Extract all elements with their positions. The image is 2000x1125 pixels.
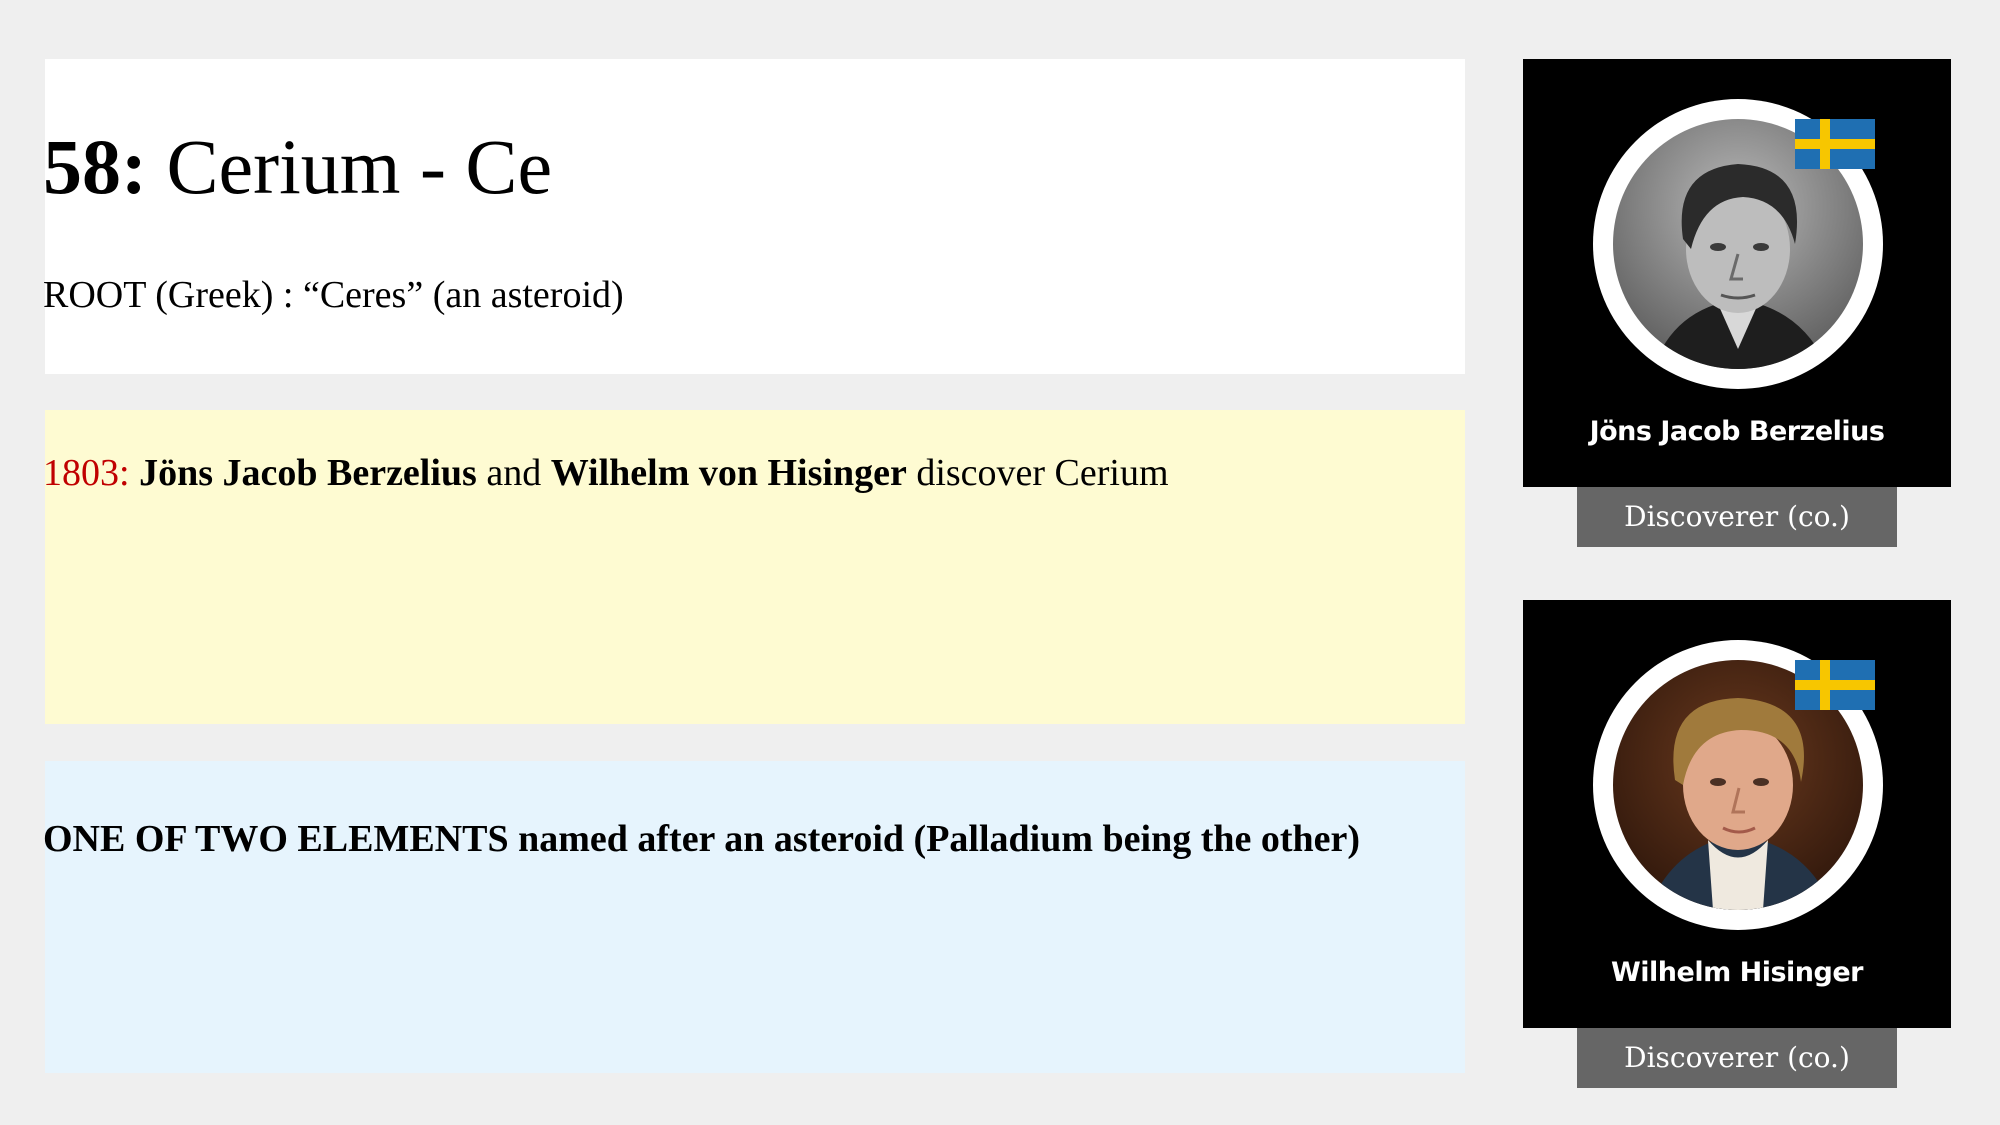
sweden-flag-icon [1795, 660, 1875, 710]
discoverer-card-berzelius: Jöns Jacob Berzelius [1523, 59, 1951, 487]
discoverer-name: Jöns Jacob Berzelius [1589, 416, 1885, 447]
conjunction: and [486, 452, 542, 494]
fact-panel [45, 761, 1465, 1073]
discoverer-1-name: Jöns Jacob Berzelius [139, 452, 477, 494]
fact-text: ONE OF TWO ELEMENTS named after an aster… [43, 812, 1373, 866]
etymology-root: ROOT (Greek) : “Ceres” (an asteroid) [43, 274, 624, 316]
discoverer-card-hisinger: Wilhelm Hisinger [1523, 600, 1951, 1028]
element-name-symbol: Cerium - Ce [166, 123, 553, 210]
discovery-line: 1803: Jöns Jacob Berzelius and Wilhelm v… [43, 448, 1169, 498]
fact-body: named after an asteroid (Palladium being… [518, 818, 1361, 860]
discoverer-name: Wilhelm Hisinger [1611, 957, 1863, 988]
discovery-action: discover Cerium [916, 452, 1169, 494]
discoverer-2-name: Wilhelm von Hisinger [550, 452, 907, 494]
fact-emphasis: ONE OF TWO ELEMENTS [43, 818, 509, 860]
discoverer-role-badge: Discoverer (co.) [1577, 487, 1897, 547]
sweden-flag-icon [1795, 119, 1875, 169]
discoverer-role-badge: Discoverer (co.) [1577, 1028, 1897, 1088]
element-title: 58: Cerium - Ce [43, 122, 552, 212]
atomic-number: 58: [43, 123, 147, 210]
discovery-year: 1803: [43, 452, 130, 494]
title-panel [45, 59, 1465, 374]
